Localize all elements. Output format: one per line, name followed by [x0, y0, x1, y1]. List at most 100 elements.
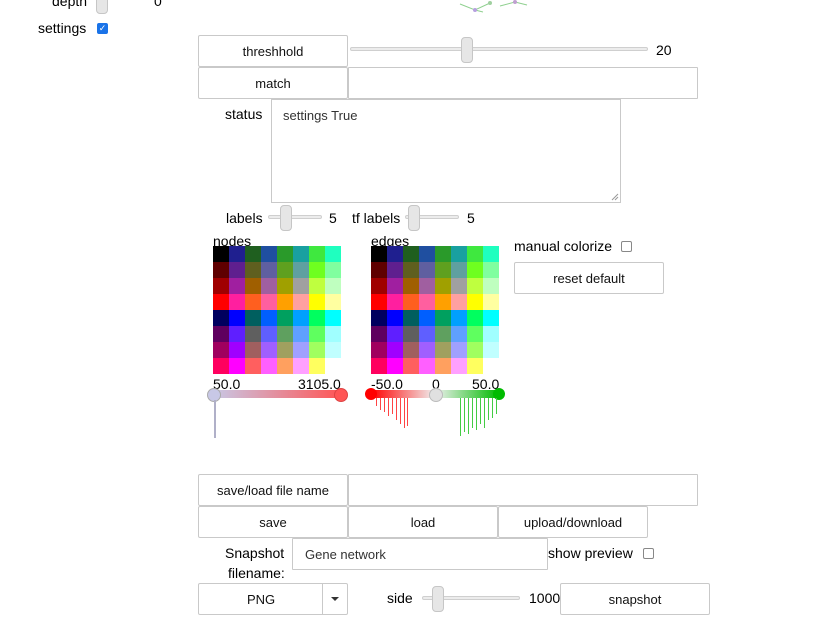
color-swatch[interactable] — [293, 358, 309, 374]
color-swatch[interactable] — [419, 294, 435, 310]
color-swatch[interactable] — [419, 262, 435, 278]
reset-default-button[interactable]: reset default — [514, 262, 664, 294]
color-swatch[interactable] — [213, 246, 229, 262]
color-swatch[interactable] — [451, 246, 467, 262]
color-swatch[interactable] — [467, 294, 483, 310]
color-swatch[interactable] — [483, 326, 499, 342]
color-swatch[interactable] — [277, 278, 293, 294]
color-swatch[interactable] — [403, 326, 419, 342]
color-swatch[interactable] — [245, 262, 261, 278]
color-swatch[interactable] — [277, 246, 293, 262]
color-swatch[interactable] — [277, 262, 293, 278]
color-swatch[interactable] — [325, 262, 341, 278]
color-swatch[interactable] — [245, 246, 261, 262]
color-swatch[interactable] — [483, 294, 499, 310]
color-swatch[interactable] — [435, 246, 451, 262]
color-swatch[interactable] — [325, 342, 341, 358]
nodes-high-handle[interactable] — [334, 388, 348, 402]
color-swatch[interactable] — [245, 310, 261, 326]
color-swatch[interactable] — [213, 278, 229, 294]
filename-input[interactable] — [348, 474, 698, 506]
color-swatch[interactable] — [451, 342, 467, 358]
color-swatch[interactable] — [371, 246, 387, 262]
match-input[interactable] — [348, 67, 698, 99]
threshold-button[interactable]: threshhold — [198, 35, 348, 67]
color-swatch[interactable] — [277, 342, 293, 358]
color-swatch[interactable] — [403, 246, 419, 262]
color-swatch[interactable] — [467, 358, 483, 374]
color-swatch[interactable] — [245, 278, 261, 294]
color-swatch[interactable] — [371, 262, 387, 278]
depth-slider-knob[interactable] — [96, 0, 108, 14]
color-swatch[interactable] — [261, 278, 277, 294]
color-swatch[interactable] — [213, 342, 229, 358]
snapshot-button[interactable]: snapshot — [560, 583, 710, 615]
manual-colorize-checkbox[interactable] — [621, 241, 632, 252]
chevron-down-icon[interactable] — [331, 597, 339, 601]
color-swatch[interactable] — [403, 294, 419, 310]
color-swatch[interactable] — [229, 246, 245, 262]
color-swatch[interactable] — [371, 326, 387, 342]
color-swatch[interactable] — [213, 310, 229, 326]
labels-slider-track[interactable] — [268, 215, 322, 219]
color-swatch[interactable] — [403, 358, 419, 374]
save-load-filename-button[interactable]: save/load file name — [198, 474, 348, 506]
color-swatch[interactable] — [371, 358, 387, 374]
color-swatch[interactable] — [387, 278, 403, 294]
color-swatch[interactable] — [483, 342, 499, 358]
color-swatch[interactable] — [483, 246, 499, 262]
color-swatch[interactable] — [451, 294, 467, 310]
edges-color-grid[interactable] — [371, 246, 499, 374]
color-swatch[interactable] — [403, 342, 419, 358]
side-slider-knob[interactable] — [432, 586, 444, 612]
color-swatch[interactable] — [467, 278, 483, 294]
color-swatch[interactable] — [325, 278, 341, 294]
color-swatch[interactable] — [293, 342, 309, 358]
color-swatch[interactable] — [387, 310, 403, 326]
color-swatch[interactable] — [325, 326, 341, 342]
resize-grip-icon[interactable] — [611, 193, 619, 201]
color-swatch[interactable] — [371, 294, 387, 310]
labels-slider-knob[interactable] — [280, 205, 292, 231]
color-swatch[interactable] — [467, 326, 483, 342]
color-swatch[interactable] — [261, 246, 277, 262]
color-swatch[interactable] — [451, 278, 467, 294]
color-swatch[interactable] — [229, 294, 245, 310]
color-swatch[interactable] — [293, 294, 309, 310]
color-swatch[interactable] — [435, 294, 451, 310]
color-swatch[interactable] — [261, 326, 277, 342]
threshold-slider-knob[interactable] — [461, 37, 473, 63]
color-swatch[interactable] — [309, 262, 325, 278]
settings-checkbox[interactable]: ✓ — [97, 23, 108, 34]
color-swatch[interactable] — [277, 326, 293, 342]
upload-download-button[interactable]: upload/download — [498, 506, 648, 538]
color-swatch[interactable] — [451, 262, 467, 278]
color-swatch[interactable] — [387, 326, 403, 342]
load-button[interactable]: load — [348, 506, 498, 538]
color-swatch[interactable] — [261, 294, 277, 310]
nodes-gradient-bar[interactable] — [213, 390, 341, 398]
color-swatch[interactable] — [371, 342, 387, 358]
status-textarea[interactable]: settings True — [271, 99, 621, 203]
color-swatch[interactable] — [261, 342, 277, 358]
color-swatch[interactable] — [293, 326, 309, 342]
color-swatch[interactable] — [309, 278, 325, 294]
color-swatch[interactable] — [419, 326, 435, 342]
color-swatch[interactable] — [277, 358, 293, 374]
color-swatch[interactable] — [277, 294, 293, 310]
color-swatch[interactable] — [213, 358, 229, 374]
color-swatch[interactable] — [293, 278, 309, 294]
color-swatch[interactable] — [229, 310, 245, 326]
color-swatch[interactable] — [245, 294, 261, 310]
color-swatch[interactable] — [419, 310, 435, 326]
color-swatch[interactable] — [245, 326, 261, 342]
color-swatch[interactable] — [213, 262, 229, 278]
color-swatch[interactable] — [293, 310, 309, 326]
color-swatch[interactable] — [229, 342, 245, 358]
color-swatch[interactable] — [309, 294, 325, 310]
color-swatch[interactable] — [371, 310, 387, 326]
color-swatch[interactable] — [435, 342, 451, 358]
color-swatch[interactable] — [387, 294, 403, 310]
save-button[interactable]: save — [198, 506, 348, 538]
color-swatch[interactable] — [309, 310, 325, 326]
